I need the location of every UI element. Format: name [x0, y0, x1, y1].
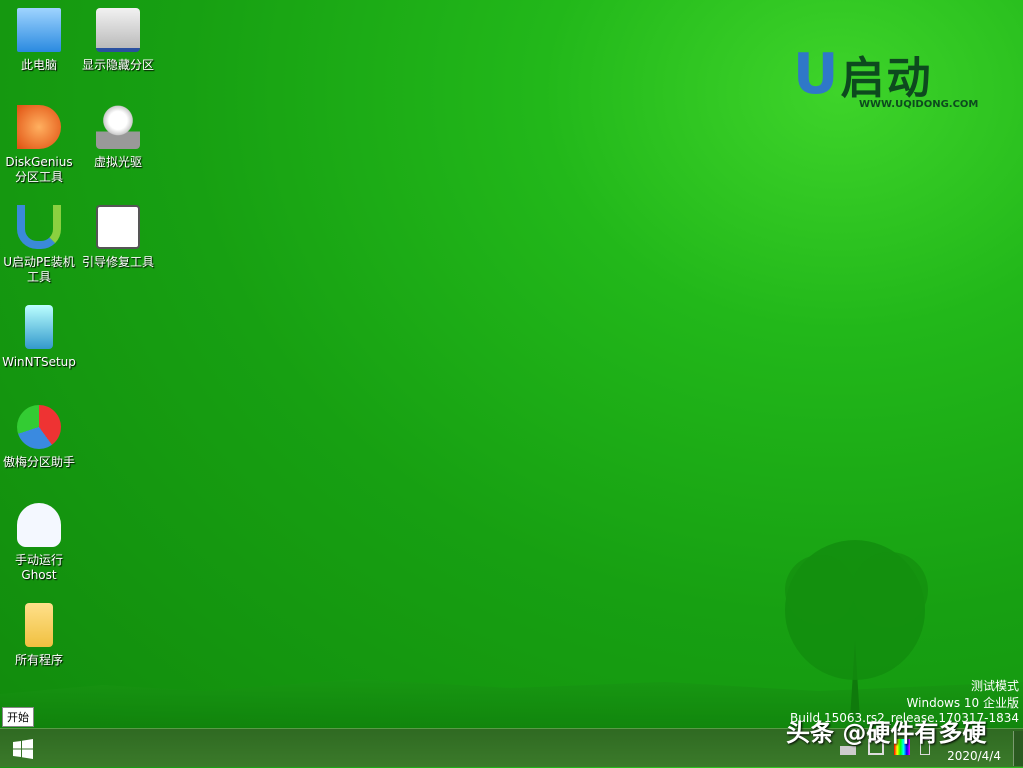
ghost-icon — [17, 503, 61, 547]
desktop-icon-ghost[interactable]: 手动运行 Ghost — [0, 503, 78, 583]
logo-url: WWW.UQIDONG.COM — [859, 99, 979, 110]
test-mode-text: 测试模式 — [970, 679, 1019, 693]
clock-date[interactable]: 2020/4/4 — [947, 749, 1001, 763]
partition-assistant-icon — [17, 405, 61, 449]
computer-icon — [17, 8, 61, 52]
uqidong-icon — [17, 205, 61, 249]
drive-icon — [96, 8, 140, 52]
desktop-icon-first-aid[interactable]: 引导修复工具 — [79, 205, 157, 270]
uqidong-logo: U启动 WWW.UQIDONG.COM — [793, 50, 983, 116]
desktop-icon-label: DiskGenius 分区工具 — [5, 155, 73, 184]
edition-text: Windows 10 企业版 — [906, 696, 1019, 710]
watermark-overlay: 头条 @硬件有多硬 — [786, 719, 987, 747]
folder-icon — [25, 603, 53, 647]
desktop-icon-label: 引导修复工具 — [81, 255, 154, 269]
tree-decoration — [785, 540, 928, 720]
desktop-icon-label: 傲梅分区助手 — [2, 455, 75, 469]
desktop-icon-partition-assistant[interactable]: 傲梅分区助手 — [0, 405, 78, 470]
desktop-icon-label: 所有程序 — [14, 653, 63, 667]
desktop-icon-drive[interactable]: 显示隐藏分区 — [79, 8, 157, 73]
start-button[interactable] — [0, 729, 46, 768]
desktop-icon-label: 手动运行 Ghost — [14, 553, 63, 582]
windows-logo-icon — [13, 738, 33, 759]
cd-drive-icon — [96, 105, 140, 149]
desktop-icon-computer[interactable]: 此电脑 — [0, 8, 78, 73]
desktop-icon-label: 虚拟光驱 — [93, 155, 142, 169]
show-desktop-button[interactable] — [1013, 731, 1023, 766]
desktop-icon-diskgenius[interactable]: DiskGenius 分区工具 — [0, 105, 78, 185]
logo-text: U启动 — [793, 42, 933, 107]
diskgenius-icon — [17, 105, 61, 149]
desktop-icon-label: WinNTSetup — [2, 355, 76, 369]
winntsetup-icon — [25, 305, 53, 349]
desktop-icon-cd-drive[interactable]: 虚拟光驱 — [79, 105, 157, 170]
desktop-icon-label: U启动PE装机 工具 — [3, 255, 75, 284]
desktop-icon-folder[interactable]: 所有程序 — [0, 603, 78, 668]
desktop-icon-winntsetup[interactable]: WinNTSetup — [0, 305, 78, 370]
start-tooltip: 开始 — [2, 707, 34, 727]
desktop-icon-label: 显示隐藏分区 — [81, 58, 154, 72]
desktop-icon-uqidong[interactable]: U启动PE装机 工具 — [0, 205, 78, 285]
first-aid-icon — [96, 205, 140, 249]
desktop-icon-label: 此电脑 — [20, 58, 57, 72]
